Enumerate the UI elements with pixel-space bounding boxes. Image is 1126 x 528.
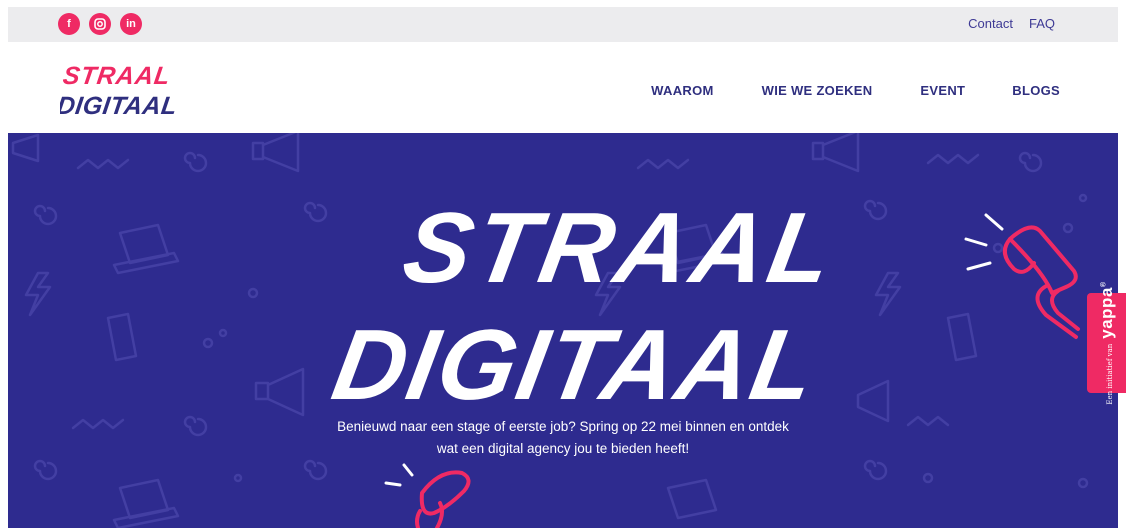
social-links: f in (58, 13, 142, 35)
nav-item-blogs[interactable]: BLOGS (1012, 83, 1060, 98)
site-header: STRAAL DIGITAAL WAAROM WIE WE ZOEKEN EVE… (8, 42, 1118, 133)
megaphone-icon (964, 213, 1080, 339)
hero-section: STRAAL DIGITAAL Benieuwd naar een stage … (8, 133, 1118, 528)
hero-text-line1: Benieuwd naar een stage of eerste job? S… (337, 419, 789, 434)
yappa-logo: yappa® (1097, 281, 1117, 338)
megaphone-icon-left (384, 463, 471, 528)
contact-link[interactable]: Contact (968, 16, 1013, 31)
yappa-side-tab[interactable]: Een initiatief van yappa® (1087, 281, 1126, 405)
facebook-glyph: f (67, 18, 71, 30)
instagram-icon[interactable] (89, 13, 111, 35)
hero-intro-text: Benieuwd naar een stage of eerste job? S… (8, 416, 1118, 460)
nav-item-event[interactable]: EVENT (920, 83, 965, 98)
side-tab-prefix: Een initiatief van (1105, 343, 1114, 405)
linkedin-glyph: in (126, 18, 136, 30)
faq-link[interactable]: FAQ (1029, 16, 1055, 31)
logo-line1: STRAAL (61, 62, 172, 90)
site-logo[interactable]: STRAAL DIGITAAL (60, 56, 190, 122)
top-utility-bar: f in Contact FAQ (8, 7, 1118, 42)
hero-title-line2: DIGITAAL (325, 310, 825, 407)
side-tab-content: Een initiatief van yappa® (1097, 281, 1117, 404)
facebook-icon[interactable]: f (58, 13, 80, 35)
nav-item-wie-we-zoeken[interactable]: WIE WE ZOEKEN (762, 83, 873, 98)
hero-text-line2: wat een digital agency jou te bieden hee… (436, 441, 690, 456)
yappa-brand-text: yappa (1096, 287, 1116, 339)
hero-title: STRAAL DIGITAAL (325, 193, 828, 407)
nav-item-waarom[interactable]: WAAROM (651, 83, 713, 98)
instagram-glyph (94, 18, 106, 30)
logo-line2: DIGITAAL (60, 92, 179, 120)
main-nav: WAAROM WIE WE ZOEKEN EVENT BLOGS (651, 83, 1060, 98)
hero-title-line1: STRAAL (396, 193, 828, 304)
utility-links: Contact FAQ (968, 16, 1055, 31)
registered-mark: ® (1099, 281, 1107, 288)
linkedin-icon[interactable]: in (120, 13, 142, 35)
